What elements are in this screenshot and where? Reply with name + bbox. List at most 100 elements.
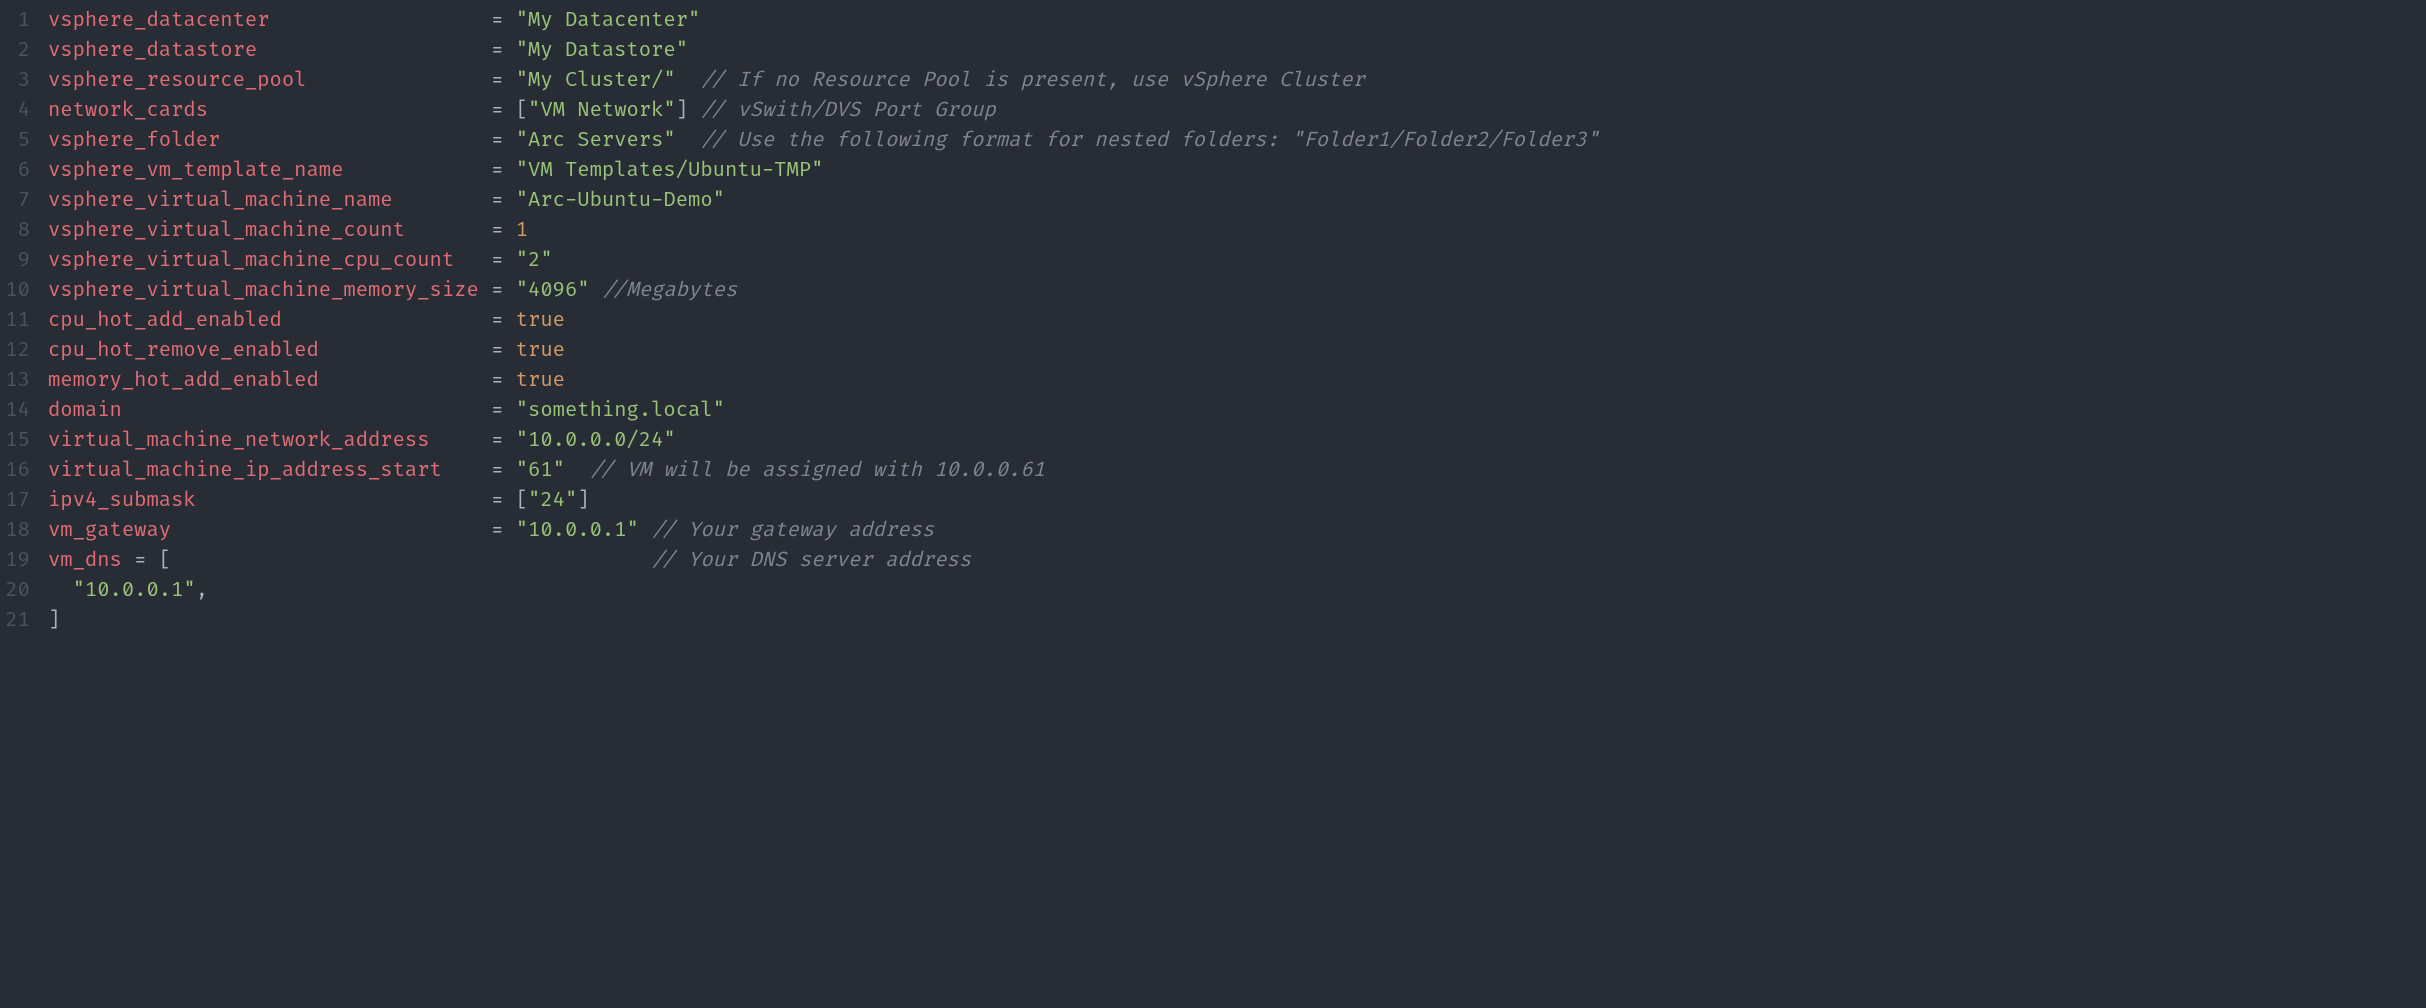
code-content[interactable]: cpu_hot_add_enabled = true	[48, 306, 2426, 336]
variable-name: vsphere_virtual_machine_cpu_count	[48, 249, 454, 273]
boolean-literal: true	[516, 339, 565, 363]
code-line[interactable]: 9vsphere_virtual_machine_cpu_count = "2"	[0, 246, 2426, 276]
line-number: 11	[0, 306, 48, 336]
variable-name: virtual_machine_network_address	[48, 429, 430, 453]
code-content[interactable]: vsphere_virtual_machine_cpu_count = "2"	[48, 246, 2426, 276]
code-line[interactable]: 19vm_dns = [ // Your DNS server address	[0, 546, 2426, 576]
code-line[interactable]: 20 "10.0.0.1",	[0, 576, 2426, 606]
code-line[interactable]: 3vsphere_resource_pool = "My Cluster/" /…	[0, 66, 2426, 96]
code-line[interactable]: 8vsphere_virtual_machine_count = 1	[0, 216, 2426, 246]
comment: // Your DNS server address	[651, 549, 971, 573]
line-number: 13	[0, 366, 48, 396]
code-content[interactable]: network_cards = ["VM Network"] // vSwith…	[48, 96, 2426, 126]
line-number: 8	[0, 216, 48, 246]
code-content[interactable]: vsphere_datacenter = "My Datacenter"	[48, 6, 2426, 36]
line-number: 1	[0, 6, 48, 36]
variable-name: vsphere_folder	[48, 129, 220, 153]
string-literal: "10.0.0.1"	[73, 579, 196, 603]
code-content[interactable]: vsphere_resource_pool = "My Cluster/" //…	[48, 66, 2426, 96]
comment: // Your gateway address	[651, 519, 934, 543]
code-line[interactable]: 14domain = "something.local"	[0, 396, 2426, 426]
punctuation: ,	[196, 579, 208, 603]
code-line[interactable]: 18vm_gateway = "10.0.0.1" // Your gatewa…	[0, 516, 2426, 546]
string-literal: "Arc Servers"	[516, 129, 676, 153]
code-line[interactable]: 13memory_hot_add_enabled = true	[0, 366, 2426, 396]
string-literal: "2"	[516, 249, 553, 273]
variable-name: vm_gateway	[48, 519, 171, 543]
line-number: 19	[0, 546, 48, 576]
code-line[interactable]: 1vsphere_datacenter = "My Datacenter"	[0, 6, 2426, 36]
code-line[interactable]: 15virtual_machine_network_address = "10.…	[0, 426, 2426, 456]
string-literal: "4096"	[516, 279, 590, 303]
string-literal: "VM Templates/Ubuntu-TMP"	[516, 159, 824, 183]
code-content[interactable]: vm_gateway = "10.0.0.1" // Your gateway …	[48, 516, 2426, 546]
equals-operator: =	[491, 489, 516, 513]
line-number: 3	[0, 66, 48, 96]
equals-operator: =	[491, 429, 516, 453]
variable-name: domain	[48, 399, 122, 423]
equals-operator: =	[491, 249, 516, 273]
code-content[interactable]: ]	[48, 606, 2426, 636]
line-number: 15	[0, 426, 48, 456]
punctuation: ]	[676, 99, 688, 123]
number-literal: 1	[516, 219, 528, 243]
code-content[interactable]: vsphere_virtual_machine_name = "Arc-Ubun…	[48, 186, 2426, 216]
code-line[interactable]: 6vsphere_vm_template_name = "VM Template…	[0, 156, 2426, 186]
code-content[interactable]: memory_hot_add_enabled = true	[48, 366, 2426, 396]
code-content[interactable]: vsphere_virtual_machine_count = 1	[48, 216, 2426, 246]
comment: // VM will be assigned with 10.0.0.61	[590, 459, 1045, 483]
code-line[interactable]: 21]	[0, 606, 2426, 636]
code-content[interactable]: vsphere_vm_template_name = "VM Templates…	[48, 156, 2426, 186]
variable-name: cpu_hot_remove_enabled	[48, 339, 319, 363]
variable-name: cpu_hot_add_enabled	[48, 309, 282, 333]
equals-operator: =	[491, 369, 516, 393]
string-literal: "something.local"	[516, 399, 725, 423]
code-content[interactable]: virtual_machine_network_address = "10.0.…	[48, 426, 2426, 456]
string-literal: "VM Network"	[528, 99, 676, 123]
code-line[interactable]: 11cpu_hot_add_enabled = true	[0, 306, 2426, 336]
code-line[interactable]: 5vsphere_folder = "Arc Servers" // Use t…	[0, 126, 2426, 156]
code-line[interactable]: 4network_cards = ["VM Network"] // vSwit…	[0, 96, 2426, 126]
line-number: 9	[0, 246, 48, 276]
line-number: 14	[0, 396, 48, 426]
code-content[interactable]: vsphere_folder = "Arc Servers" // Use th…	[48, 126, 2426, 156]
string-literal: "61"	[516, 459, 565, 483]
punctuation: [	[159, 549, 171, 573]
comment: // vSwith/DVS Port Group	[700, 99, 995, 123]
string-literal: "10.0.0.0/24"	[516, 429, 676, 453]
code-content[interactable]: vm_dns = [ // Your DNS server address	[48, 546, 2426, 576]
code-line[interactable]: 7vsphere_virtual_machine_name = "Arc-Ubu…	[0, 186, 2426, 216]
code-content[interactable]: vsphere_virtual_machine_memory_size = "4…	[48, 276, 2426, 306]
line-number: 5	[0, 126, 48, 156]
code-line[interactable]: 12cpu_hot_remove_enabled = true	[0, 336, 2426, 366]
code-editor[interactable]: 1vsphere_datacenter = "My Datacenter"2vs…	[0, 6, 2426, 636]
code-line[interactable]: 17ipv4_submask = ["24"]	[0, 486, 2426, 516]
equals-operator: =	[491, 39, 516, 63]
code-content[interactable]: virtual_machine_ip_address_start = "61" …	[48, 456, 2426, 486]
string-literal: "My Cluster/"	[516, 69, 676, 93]
string-literal: "Arc-Ubuntu-Demo"	[516, 189, 725, 213]
code-content[interactable]: ipv4_submask = ["24"]	[48, 486, 2426, 516]
line-number: 10	[0, 276, 48, 306]
equals-operator: =	[134, 549, 159, 573]
code-content[interactable]: domain = "something.local"	[48, 396, 2426, 426]
code-content[interactable]: vsphere_datastore = "My Datastore"	[48, 36, 2426, 66]
code-line[interactable]: 16virtual_machine_ip_address_start = "61…	[0, 456, 2426, 486]
line-number: 17	[0, 486, 48, 516]
punctuation: [	[516, 489, 528, 513]
code-content[interactable]: "10.0.0.1",	[48, 576, 2426, 606]
comment: // Use the following format for nested f…	[700, 129, 1598, 153]
code-line[interactable]: 10vsphere_virtual_machine_memory_size = …	[0, 276, 2426, 306]
code-line[interactable]: 2vsphere_datastore = "My Datastore"	[0, 36, 2426, 66]
line-number: 4	[0, 96, 48, 126]
line-number: 12	[0, 336, 48, 366]
variable-name: vsphere_resource_pool	[48, 69, 306, 93]
code-content[interactable]: cpu_hot_remove_enabled = true	[48, 336, 2426, 366]
equals-operator: =	[491, 69, 516, 93]
equals-operator: =	[491, 309, 516, 333]
line-number: 2	[0, 36, 48, 66]
equals-operator: =	[491, 219, 516, 243]
line-number: 6	[0, 156, 48, 186]
equals-operator: =	[491, 279, 516, 303]
equals-operator: =	[491, 9, 516, 33]
